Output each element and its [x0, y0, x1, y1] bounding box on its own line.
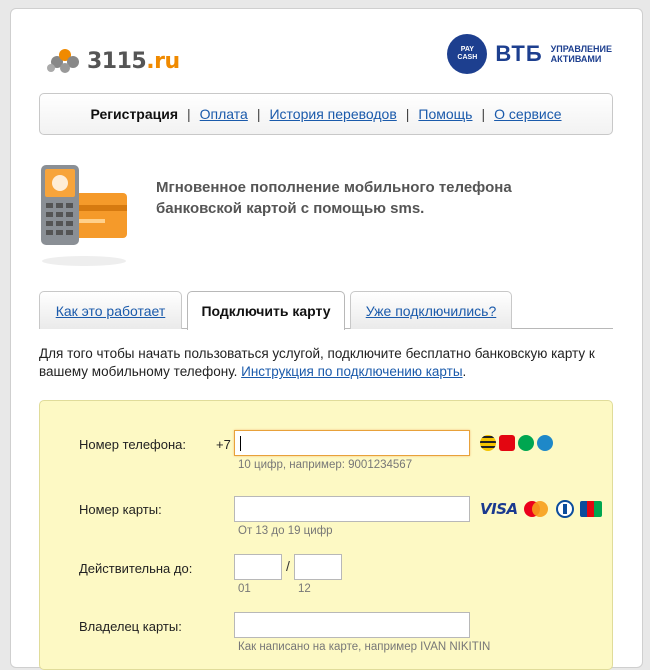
megafon-icon	[518, 435, 534, 451]
instruction-link[interactable]: Инструкция по подключению карты	[241, 364, 462, 379]
expiry-year-hint: 12	[298, 583, 311, 595]
partner-name: ВТБ	[495, 41, 543, 66]
tab-how-it-works[interactable]: Как это работает	[39, 291, 182, 329]
mts-icon	[499, 435, 515, 451]
nav-item-payment[interactable]: Оплата	[200, 106, 248, 122]
expiry-year-input[interactable]	[294, 554, 342, 580]
expiry-month-hint: 01	[238, 583, 251, 595]
cardholder-label: Владелец карты:	[79, 619, 182, 634]
expiry-separator: /	[286, 558, 290, 574]
nav-item-registration: Регистрация	[90, 106, 179, 122]
nav-separator: |	[481, 106, 486, 122]
logo-mark-icon	[47, 49, 79, 73]
card-connect-form: Номер телефона: +7 10 цифр, например: 90…	[39, 400, 613, 670]
card-number-hint: От 13 до 19 цифр	[238, 525, 333, 537]
nav-item-help[interactable]: Помощь	[418, 106, 472, 122]
phone-hint: 10 цифр, например: 9001234567	[238, 459, 413, 471]
tab-bar: Как это работает Подключить карту Уже по…	[39, 291, 613, 330]
text-caret	[240, 436, 241, 451]
description-text: Для того чтобы начать пользоваться услуг…	[39, 346, 595, 379]
logo-text: 3115.ru	[87, 48, 180, 74]
partner-subtitle: УПРАВЛЕНИЕ АКТИВАМИ	[550, 44, 612, 64]
page-container: 3115.ru PAY CASH ВТБ УПРАВЛЕНИЕ АКТИВАМИ…	[10, 8, 643, 670]
mastercard-logo	[523, 501, 548, 517]
visa-logo: VISA	[480, 500, 518, 518]
expiry-month-input[interactable]	[234, 554, 282, 580]
jcb-logo	[579, 501, 602, 517]
logo-3115[interactable]: 3115.ru	[47, 46, 180, 76]
operator-logos	[480, 435, 553, 451]
main-nav: Регистрация | Оплата | История переводов…	[39, 93, 613, 135]
cardholder-input[interactable]	[234, 612, 470, 638]
cardholder-hint: Как написано на карте, например IVAN NIK…	[238, 641, 491, 653]
tab-connect-card[interactable]: Подключить карту	[187, 291, 345, 330]
phone-prefix: +7	[216, 437, 231, 452]
phone-input[interactable]	[234, 430, 470, 456]
card-number-label: Номер карты:	[79, 502, 162, 517]
nav-separator: |	[256, 106, 261, 122]
tele2-icon	[537, 435, 553, 451]
card-brand-logos: VISA	[480, 500, 602, 518]
phone-and-card-illustration	[41, 165, 127, 266]
expiry-label: Действительна до:	[79, 561, 193, 576]
phone-label: Номер телефона:	[79, 437, 186, 452]
paycash-icon: PAY CASH	[447, 34, 488, 74]
partner-logo-vtb: PAY CASH ВТБ УПРАВЛЕНИЕ АКТИВАМИ	[447, 34, 612, 74]
nav-item-history[interactable]: История переводов	[269, 106, 396, 122]
nav-separator: |	[405, 106, 410, 122]
promo-text: Мгновенное пополнение мобильного телефон…	[156, 179, 512, 217]
nav-separator: |	[187, 106, 191, 122]
card-number-input[interactable]	[234, 496, 470, 522]
beeline-icon	[480, 435, 496, 451]
tab-already-connected[interactable]: Уже подключились?	[350, 291, 512, 329]
diners-logo	[555, 500, 574, 518]
nav-item-about[interactable]: О сервисе	[494, 106, 561, 122]
